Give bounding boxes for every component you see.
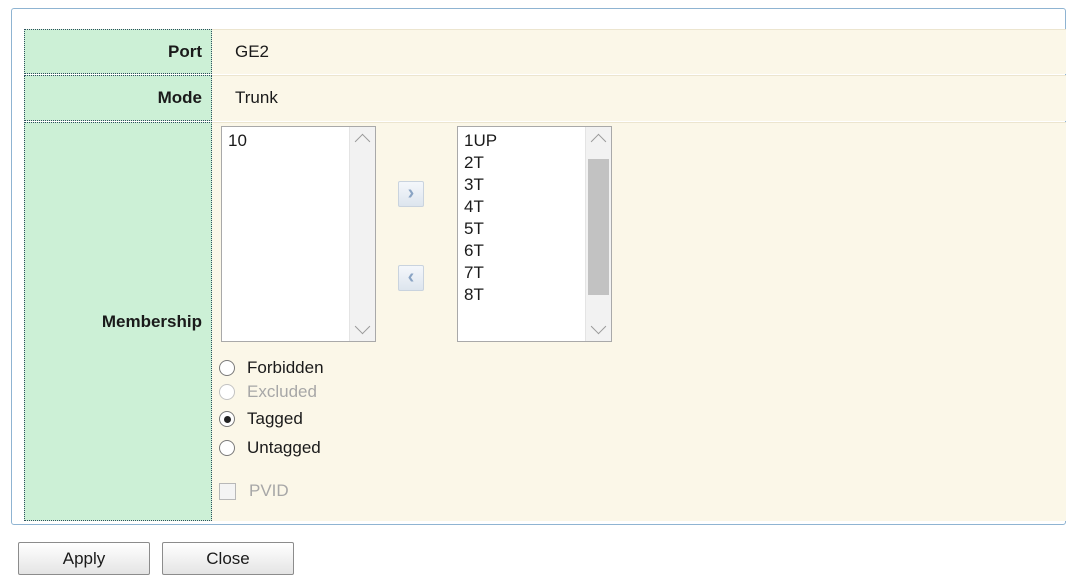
port-label: Port: [24, 29, 212, 74]
mode-label: Mode: [24, 75, 212, 121]
list-item[interactable]: 10: [228, 130, 247, 152]
radio-label: Forbidden: [247, 358, 324, 377]
scroll-down-icon[interactable]: [590, 318, 607, 335]
add-to-member-button[interactable]: ›: [398, 181, 424, 207]
member-vlan-list[interactable]: 1UP 2T 3T 4T 5T 6T 7T 8T: [457, 126, 612, 342]
scroll-up-icon[interactable]: [590, 133, 607, 150]
member-list-scrollbar[interactable]: [585, 127, 611, 341]
membership-label: Membership: [24, 122, 212, 521]
list-item[interactable]: 8T: [464, 284, 497, 306]
radio-untagged[interactable]: Untagged: [219, 436, 321, 460]
scroll-up-icon[interactable]: [354, 133, 371, 150]
pvid-option[interactable]: PVID: [219, 479, 289, 503]
available-list-scrollbar[interactable]: [349, 127, 375, 341]
list-item[interactable]: 1UP: [464, 130, 497, 152]
list-item[interactable]: 2T: [464, 152, 497, 174]
radio-tagged[interactable]: Tagged: [219, 407, 303, 431]
scroll-thumb[interactable]: [588, 159, 609, 295]
chevron-left-icon: ‹: [407, 266, 415, 288]
radio-excluded[interactable]: Excluded: [219, 380, 317, 404]
radio-label: Tagged: [247, 409, 303, 428]
pvid-checkbox[interactable]: [219, 482, 236, 500]
mode-value: Trunk: [212, 75, 1066, 121]
available-vlan-list[interactable]: 10: [221, 126, 376, 342]
close-button[interactable]: Close: [162, 542, 294, 575]
remove-from-member-button[interactable]: ‹: [398, 265, 424, 291]
radio-circle-icon[interactable]: [219, 360, 235, 376]
list-item[interactable]: 7T: [464, 262, 497, 284]
list-item[interactable]: 5T: [464, 218, 497, 240]
radio-circle-icon[interactable]: [219, 384, 235, 400]
scroll-down-icon[interactable]: [354, 318, 371, 335]
list-item[interactable]: 6T: [464, 240, 497, 262]
radio-checked-icon[interactable]: [219, 411, 235, 427]
list-item[interactable]: 3T: [464, 174, 497, 196]
radio-circle-icon[interactable]: [219, 440, 235, 456]
vlan-membership-panel: Port GE2 Mode Trunk Membership 10 › ‹ 1U…: [11, 8, 1066, 525]
radio-label: Excluded: [247, 382, 317, 401]
list-item[interactable]: 4T: [464, 196, 497, 218]
membership-area: 10 › ‹ 1UP 2T 3T 4T 5T 6T 7T 8T: [212, 122, 1066, 521]
chevron-right-icon: ›: [407, 182, 415, 204]
radio-label: Untagged: [247, 438, 321, 457]
pvid-label: PVID: [249, 481, 289, 500]
radio-forbidden[interactable]: Forbidden: [219, 356, 324, 380]
apply-button[interactable]: Apply: [18, 542, 150, 575]
port-value: GE2: [212, 29, 1066, 74]
